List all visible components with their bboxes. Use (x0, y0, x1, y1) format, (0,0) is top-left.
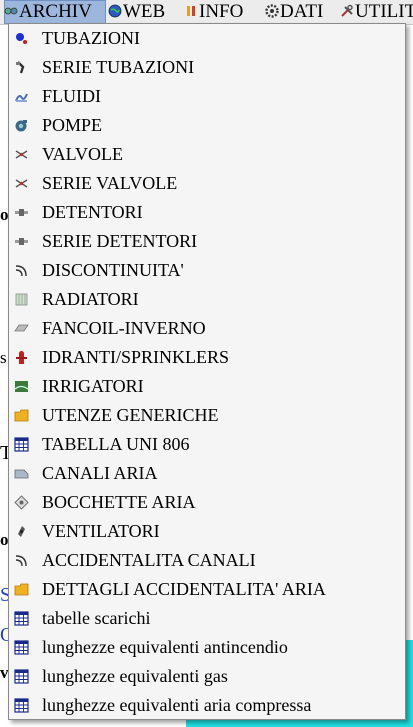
menu-item-ventilatori[interactable]: VENTILATORI (9, 517, 405, 546)
menu-item-fluidi[interactable]: FLUIDI (9, 82, 405, 111)
air-vent-icon (14, 495, 29, 510)
table-icon (14, 669, 29, 684)
menu-item-label: IRRIGATORI (42, 376, 144, 396)
menu-item-bocchette-aria[interactable]: BOCCHETTE ARIA (9, 488, 405, 517)
menu-item-irrigatori[interactable]: IRRIGATORI (9, 372, 405, 401)
menu-item-label: IDRANTI/SPRINKLERS (42, 347, 230, 367)
fancoil-icon (14, 321, 29, 336)
info-icon (187, 6, 195, 16)
menu-item-lunghezze-aria-compressa[interactable]: lunghezze equivalenti aria compressa (9, 691, 405, 720)
menu-item-accidentalita-canali[interactable]: ACCIDENTALITA CANALI (9, 546, 405, 575)
menu-item-label: SERIE TUBAZIONI (42, 57, 195, 77)
menu-item-detentori[interactable]: DETENTORI (9, 198, 405, 227)
hydrant-icon (14, 350, 29, 365)
menu-item-label: VALVOLE (42, 144, 124, 164)
menu-item-radiatori[interactable]: RADIATORI (9, 285, 405, 314)
menu-info[interactable]: INFO (184, 0, 243, 24)
fluid-icon (14, 89, 29, 104)
menu-item-label: CANALI ARIA (42, 463, 158, 483)
discontinuity-icon (14, 263, 29, 278)
menu-item-lunghezze-antincendio[interactable]: lunghezze equivalenti antincendio (9, 633, 405, 662)
table-icon (14, 611, 29, 626)
menu-item-discontinuita[interactable]: DISCONTINUITA' (9, 256, 405, 285)
globe-icon (108, 4, 122, 18)
duct-fitting-icon (14, 553, 29, 568)
menu-dati-label: DATI (280, 1, 324, 22)
menu-item-idranti-sprinklers[interactable]: IDRANTI/SPRINKLERS (9, 343, 405, 372)
menu-item-dettagli-accidentalita-aria[interactable]: DETTAGLI ACCIDENTALITA' ARIA (9, 575, 405, 604)
menu-item-label: tabelle scarichi (42, 608, 151, 628)
menu-item-label: TUBAZIONI (42, 28, 140, 48)
air-duct-icon (14, 466, 29, 481)
menu-item-lunghezze-gas[interactable]: lunghezze equivalenti gas (9, 662, 405, 691)
valve-series-icon (14, 176, 29, 191)
pump-icon (14, 118, 29, 133)
menu-item-pompe[interactable]: POMPE (9, 111, 405, 140)
valve-icon (14, 147, 29, 162)
pipe-series-icon (14, 60, 29, 75)
menu-archivio-label: ARCHIV (19, 1, 92, 22)
menu-item-label: FANCOIL-INVERNO (42, 318, 206, 338)
menu-item-tabelle-scarichi[interactable]: tabelle scarichi (9, 604, 405, 633)
menu-item-tabella-uni-806[interactable]: TABELLA UNI 806 (9, 430, 405, 459)
menu-utilita-label: UTILIT (355, 1, 413, 22)
menu-bar: ARCHIV WEB INFO DATI UTILIT (0, 0, 413, 25)
menu-item-label: lunghezze equivalenti aria compressa (42, 695, 312, 715)
menu-item-canali-aria[interactable]: CANALI ARIA (9, 459, 405, 488)
menu-item-label: BOCCHETTE ARIA (42, 492, 196, 512)
irrigator-icon (14, 379, 29, 394)
menu-dati[interactable]: DATI (265, 0, 323, 24)
tools-icon (341, 4, 353, 17)
folder-icon (14, 408, 29, 423)
menu-item-label: DISCONTINUITA' (42, 260, 184, 280)
menu-utilita[interactable]: UTILIT (340, 0, 413, 24)
menu-web-label: WEB (123, 1, 166, 22)
archive-icon (4, 7, 18, 15)
menu-item-utenze-generiche[interactable]: UTENZE GENERICHE (9, 401, 405, 430)
detentor-icon (14, 205, 29, 220)
detentor-series-icon (14, 234, 29, 249)
table-icon (14, 640, 29, 655)
pipe-icon (14, 31, 29, 46)
menu-info-label: INFO (199, 1, 244, 22)
menu-item-label: FLUIDI (42, 86, 101, 106)
menu-item-label: DETENTORI (42, 202, 143, 222)
menu-item-serie-valvole[interactable]: SERIE VALVOLE (9, 169, 405, 198)
menu-item-label: VENTILATORI (42, 521, 160, 541)
menu-web[interactable]: WEB (108, 0, 165, 24)
menu-item-fancoil-inverno[interactable]: FANCOIL-INVERNO (9, 314, 405, 343)
radiator-icon (14, 292, 29, 307)
menu-item-label: SERIE VALVOLE (42, 173, 178, 193)
menu-item-serie-tubazioni[interactable]: SERIE TUBAZIONI (9, 53, 405, 82)
menu-item-label: RADIATORI (42, 289, 139, 309)
menu-item-label: ACCIDENTALITA CANALI (42, 550, 256, 570)
menu-archivio[interactable]: ARCHIV (4, 0, 106, 24)
table-icon (14, 437, 29, 452)
menu-item-tubazioni[interactable]: TUBAZIONI (9, 24, 405, 53)
menu-item-serie-detentori[interactable]: SERIE DETENTORI (9, 227, 405, 256)
menu-item-label: TABELLA UNI 806 (42, 434, 190, 454)
menu-item-label: lunghezze equivalenti antincendio (42, 637, 288, 657)
menu-item-label: lunghezze equivalenti gas (42, 666, 228, 686)
menu-item-label: SERIE DETENTORI (42, 231, 198, 251)
gear-icon (265, 4, 279, 18)
menu-item-label: POMPE (42, 115, 103, 135)
fan-icon (14, 524, 29, 539)
table-icon (14, 698, 29, 713)
menu-item-label: DETTAGLI ACCIDENTALITA' ARIA (42, 579, 326, 599)
folder-icon (14, 582, 29, 597)
archivio-dropdown-menu: TUBAZIONI SERIE TUBAZIONI FLUIDI POMPE V… (8, 23, 406, 720)
menu-item-valvole[interactable]: VALVOLE (9, 140, 405, 169)
menu-item-label: UTENZE GENERICHE (42, 405, 219, 425)
